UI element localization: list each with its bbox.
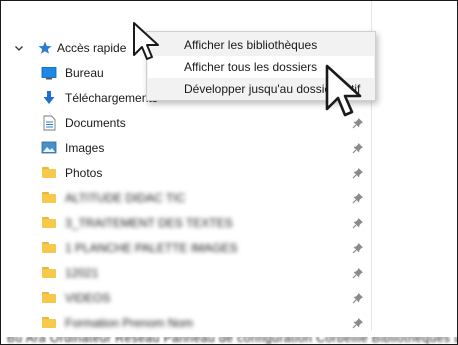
folder-icon — [41, 290, 57, 306]
nav-item-photos[interactable]: Photos — [1, 160, 381, 185]
quick-access-label: Accès rapide — [57, 40, 127, 55]
folder-icon — [41, 315, 57, 331]
chevron-down-icon[interactable] — [14, 43, 24, 53]
nav-item-folder[interactable]: 1 PLANCHE PALETTE IMAGES — [1, 235, 381, 260]
nav-item-folder[interactable]: VIDEOS — [1, 285, 381, 310]
nav-item-folder[interactable]: ALTITUDE DIDAC TIC — [1, 185, 381, 210]
document-icon — [41, 115, 57, 131]
menu-item-label: Afficher tous les dossiers — [184, 60, 318, 74]
download-arrow-icon — [41, 90, 57, 106]
pin-icon[interactable] — [351, 291, 365, 305]
pin-icon[interactable] — [351, 166, 365, 180]
nav-item-label: 3_TRAITEMENT DES TEXTES — [65, 215, 233, 230]
pin-icon[interactable] — [351, 241, 365, 255]
desktop-icon — [41, 65, 57, 81]
nav-item-folder[interactable]: Formation Prenom Nom — [1, 310, 381, 335]
nav-item-label: Photos — [65, 165, 103, 180]
nav-item-label: ALTITUDE DIDAC TIC — [65, 190, 186, 205]
nav-item-folder[interactable]: 3_TRAITEMENT DES TEXTES — [1, 210, 381, 235]
menu-item-show-libraries[interactable]: Afficher les bibliothèques — [148, 34, 374, 56]
nav-item-label: Formation Prenom Nom — [65, 315, 194, 330]
nav-item-label: 1 PLANCHE PALETTE IMAGES — [65, 240, 238, 255]
nav-item-folder[interactable]: 12021 — [1, 260, 381, 285]
pin-icon[interactable] — [351, 266, 365, 280]
folder-icon — [41, 190, 57, 206]
folder-icon — [41, 165, 57, 181]
pin-icon[interactable] — [351, 191, 365, 205]
nav-item-images[interactable]: Images — [1, 135, 381, 160]
nav-item-label: 12021 — [65, 265, 99, 280]
folder-icon — [41, 265, 57, 281]
nav-item-label: Téléchargements — [65, 90, 158, 105]
images-icon — [41, 140, 57, 156]
nav-item-label: Bureau — [65, 65, 104, 80]
folder-icon — [41, 240, 57, 256]
star-pin-icon — [37, 40, 53, 56]
pin-icon[interactable] — [351, 316, 365, 330]
nav-item-label: VIDEOS — [65, 290, 111, 305]
pin-icon[interactable] — [351, 141, 365, 155]
clipped-bottom-row: Bu Ara Ordinateur Réseau Panneau de conf… — [1, 337, 457, 345]
menu-item-label: Afficher les bibliothèques — [184, 38, 318, 52]
file-explorer-navigation-pane: Accès rapide Bureau Téléchargements Docu… — [0, 0, 458, 345]
nav-item-label: Images — [65, 140, 105, 155]
mouse-pointer-icon — [325, 64, 362, 117]
folder-icon — [41, 215, 57, 231]
clipped-text: Bu Ara Ordinateur Réseau Panneau de conf… — [7, 337, 457, 345]
mouse-pointer-icon — [133, 22, 159, 60]
pin-icon[interactable] — [351, 216, 365, 230]
nav-item-label: Documents — [65, 115, 126, 130]
